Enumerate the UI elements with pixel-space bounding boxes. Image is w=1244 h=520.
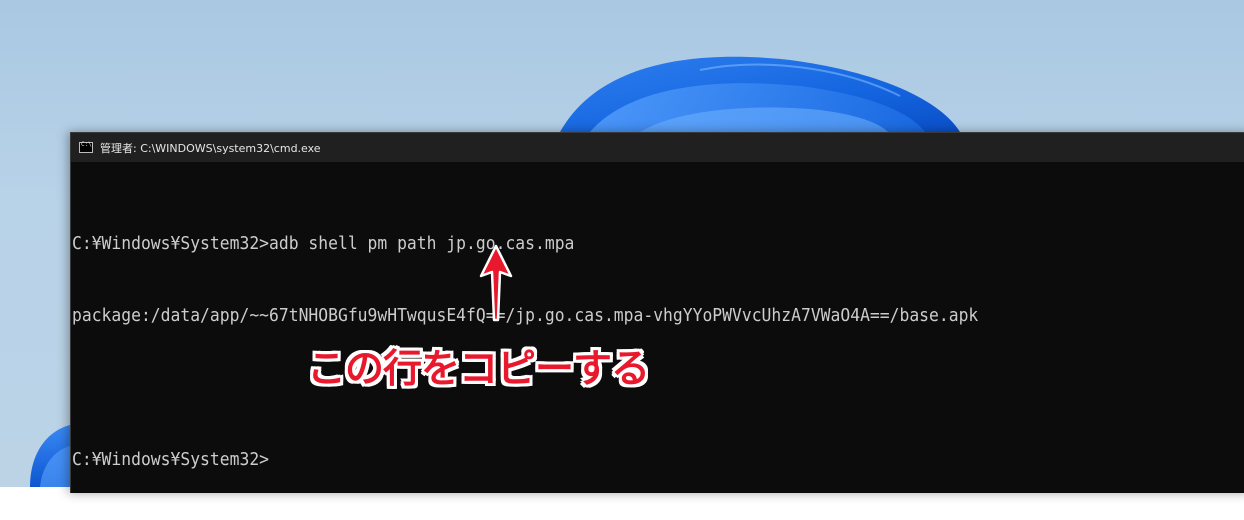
annotation-label: この行をコピーする <box>307 347 650 392</box>
window-titlebar[interactable]: 管理者: C:\WINDOWS\system32\cmd.exe <box>71 133 1244 162</box>
console-line-package-path[interactable]: package:/data/app/~~67tNHOBGfu9wHTwqusE4… <box>72 304 1168 328</box>
console-line-command[interactable]: C:¥Windows¥System32>adb shell pm path jp… <box>72 232 1168 256</box>
cmd-icon <box>79 141 93 153</box>
console-output[interactable]: C:¥Windows¥System32>adb shell pm path jp… <box>71 162 1244 520</box>
cmd-window[interactable]: 管理者: C:\WINDOWS\system32\cmd.exe C:¥Wind… <box>70 132 1244 493</box>
red-up-arrow-icon <box>479 244 513 322</box>
window-title: 管理者: C:\WINDOWS\system32\cmd.exe <box>100 141 321 155</box>
console-line-prompt[interactable]: C:¥Windows¥System32> <box>72 448 1168 472</box>
